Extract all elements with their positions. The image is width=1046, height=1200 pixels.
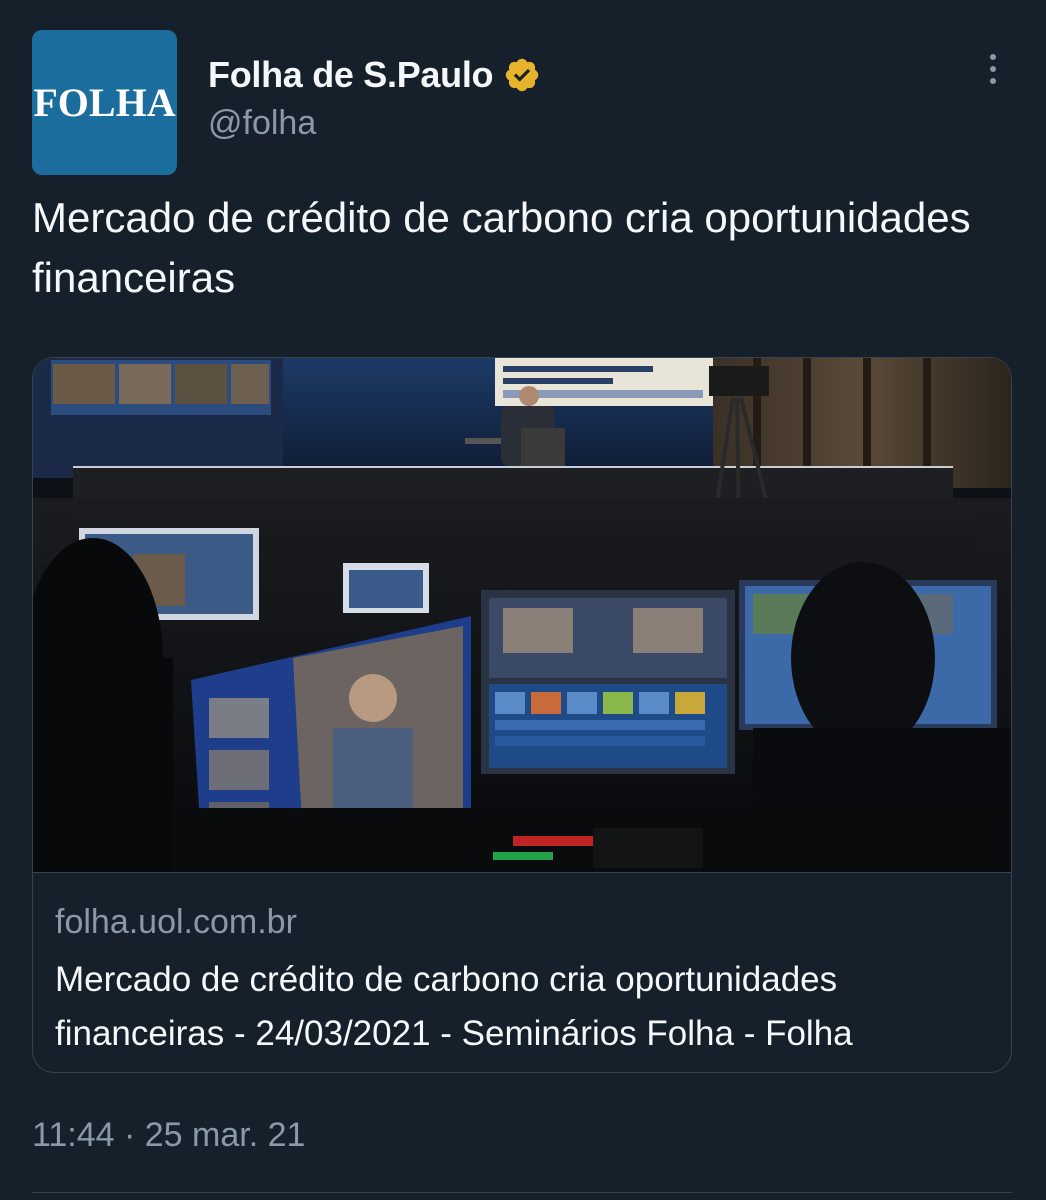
news-photo-image (33, 358, 1011, 872)
tweet-text: Mercado de crédito de carbono cria oport… (32, 194, 971, 301)
card-title[interactable]: Mercado de crédito de carbono cria oport… (55, 953, 991, 1061)
link-card[interactable]: folha.uol.com.br Mercado de crédito de c… (32, 357, 1012, 1073)
author-name-row[interactable]: Folha de S.Paulo (208, 54, 541, 96)
card-domain[interactable]: folha.uol.com.br (55, 901, 991, 943)
tweet: FOLHA Folha de S.Paulo @folha Mercado de… (0, 0, 1046, 1200)
avatar-logo-text: FOLHA (33, 80, 176, 125)
tweet-timestamp[interactable]: 11:44 · 25 mar. 21 (32, 1116, 305, 1155)
verified-badge-icon (506, 58, 539, 92)
card-image[interactable] (33, 358, 1011, 872)
avatar[interactable]: FOLHA (32, 30, 177, 175)
divider (32, 1192, 1012, 1193)
author-handle[interactable]: @folha (208, 104, 316, 143)
display-name[interactable]: Folha de S.Paulo (208, 54, 494, 96)
card-info[interactable]: folha.uol.com.br Mercado de crédito de c… (33, 872, 1011, 1072)
more-vertical-icon[interactable] (978, 54, 1008, 94)
